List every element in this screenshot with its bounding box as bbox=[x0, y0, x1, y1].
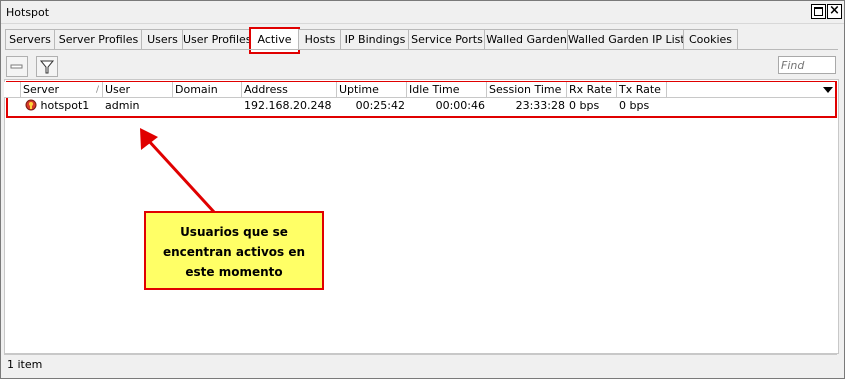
cell-server: hotspot1 bbox=[21, 99, 103, 112]
status-bar: 1 item bbox=[4, 354, 837, 374]
filter-button[interactable] bbox=[36, 56, 58, 77]
filter-icon bbox=[39, 60, 55, 74]
find-input[interactable] bbox=[779, 57, 835, 73]
tab-walled-garden-ip-list[interactable]: Walled Garden IP List bbox=[567, 29, 685, 50]
column-header-tx-rate[interactable]: Tx Rate bbox=[617, 82, 667, 98]
column-header-spacer bbox=[4, 82, 21, 98]
cell-session-time: 23:33:28 bbox=[515, 99, 565, 112]
annotation-line: encentran activos en bbox=[162, 245, 306, 259]
minus-icon bbox=[10, 64, 23, 69]
table-area bbox=[4, 79, 839, 354]
tab-ip-bindings[interactable]: IP Bindings bbox=[340, 29, 410, 50]
cell-rx-rate: 0 bps bbox=[569, 99, 600, 112]
tab-divider bbox=[5, 49, 838, 50]
tab-walled-garden[interactable]: Walled Garden bbox=[484, 29, 569, 50]
column-header-server[interactable]: Server / bbox=[21, 82, 103, 98]
column-header-domain[interactable]: Domain bbox=[173, 82, 242, 98]
tab-service-ports[interactable]: Service Ports bbox=[408, 29, 486, 50]
window-title: Hotspot bbox=[6, 6, 50, 19]
column-header-user[interactable]: User bbox=[103, 82, 173, 98]
column-header-idle-time[interactable]: Idle Time bbox=[407, 82, 487, 98]
column-header-rx-rate[interactable]: Rx Rate bbox=[567, 82, 617, 98]
cell-uptime: 00:25:42 bbox=[355, 99, 405, 112]
maximize-icon[interactable] bbox=[811, 4, 826, 19]
table-row[interactable]: hotspot1 admin 192.168.20.248 00:25:42 0… bbox=[4, 99, 835, 112]
annotation-line: Usuarios que se bbox=[180, 225, 288, 239]
column-header-session-time[interactable]: Session Time ... bbox=[487, 82, 567, 98]
tab-cookies[interactable]: Cookies bbox=[683, 29, 738, 50]
cell-idle-time: 00:00:46 bbox=[435, 99, 485, 112]
column-header-uptime[interactable]: Uptime bbox=[337, 82, 407, 98]
close-button[interactable]: × bbox=[827, 3, 842, 19]
cell-address: 192.168.20.248 bbox=[244, 99, 332, 112]
column-menu-icon[interactable] bbox=[822, 83, 834, 97]
title-bar: Hotspot × bbox=[1, 1, 844, 24]
hotspot-icon bbox=[25, 99, 37, 111]
tab-users[interactable]: Users bbox=[141, 29, 184, 50]
tab-hosts[interactable]: Hosts bbox=[298, 29, 342, 50]
column-header-filler bbox=[667, 82, 835, 98]
tab-user-profiles[interactable]: User Profiles bbox=[182, 29, 252, 50]
remove-button[interactable] bbox=[6, 56, 28, 77]
close-icon: × bbox=[829, 3, 840, 18]
tab-servers[interactable]: Servers bbox=[5, 29, 55, 50]
annotation-callout: Usuarios que se encentran activos en est… bbox=[144, 211, 324, 290]
find-field[interactable] bbox=[778, 56, 836, 74]
table-header: Server / User Domain Address Uptime Idle … bbox=[4, 82, 835, 99]
sort-icon: / bbox=[95, 85, 99, 95]
cell-tx-rate: 0 bps bbox=[619, 99, 650, 112]
tab-server-profiles[interactable]: Server Profiles bbox=[54, 29, 143, 50]
cell-user: admin bbox=[105, 99, 140, 112]
item-count: 1 item bbox=[7, 358, 43, 371]
server-value: hotspot1 bbox=[40, 99, 90, 112]
column-header-address[interactable]: Address bbox=[242, 82, 337, 98]
column-label: Server bbox=[23, 83, 60, 96]
cell-domain bbox=[173, 99, 242, 112]
annotation-line: este momento bbox=[185, 265, 283, 279]
